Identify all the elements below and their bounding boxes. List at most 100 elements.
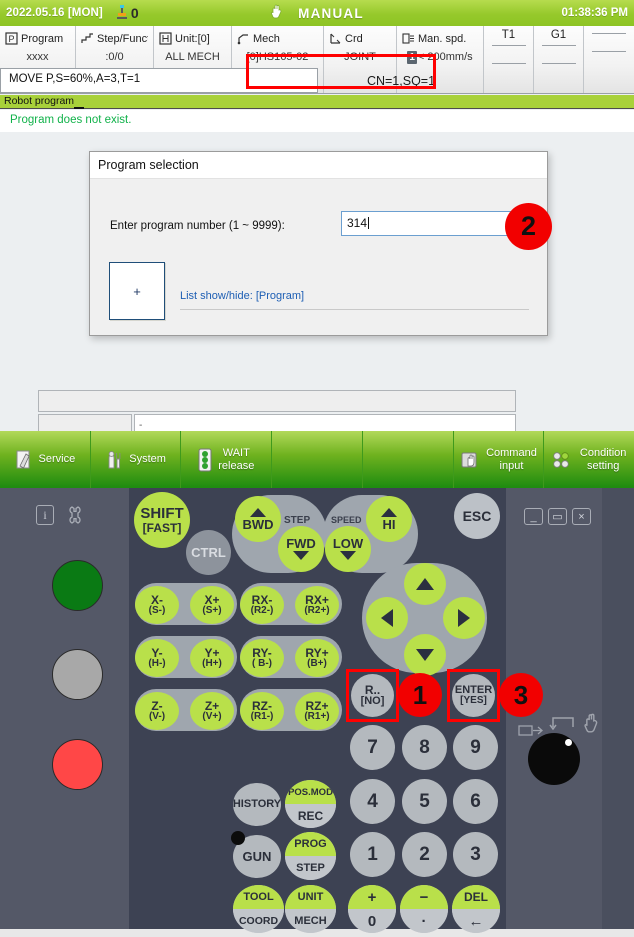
key-del-backspace[interactable]: DEL ← xyxy=(452,885,500,933)
speed-icon xyxy=(402,33,414,44)
key-axis-x-minus-line2: (S-) xyxy=(148,605,166,617)
g1-label: G1 xyxy=(550,29,567,41)
key-bwd[interactable]: BWD xyxy=(235,496,281,542)
lamp-red[interactable] xyxy=(52,739,103,790)
key-plus-zero[interactable]: + 0 xyxy=(348,885,396,933)
joystick-knob[interactable] xyxy=(528,733,580,785)
list-divider xyxy=(180,309,529,310)
toolbar-button-condition-setting[interactable]: Condition setting xyxy=(544,431,634,488)
key-fwd[interactable]: FWD xyxy=(278,526,324,572)
lamp-green[interactable] xyxy=(52,560,103,611)
key-low-label: LOW xyxy=(332,535,364,551)
key-speed-hi[interactable]: HI xyxy=(366,496,412,542)
add-program-button[interactable]: + xyxy=(109,262,165,320)
key-axis-z-plus[interactable]: Z+ (V+) xyxy=(190,692,234,730)
annotation-badge-3: 3 xyxy=(499,673,543,717)
key-history[interactable]: HISTORY xyxy=(233,783,281,826)
key-num-4[interactable]: 4 xyxy=(350,779,395,824)
key-num-5[interactable]: 5 xyxy=(402,779,447,824)
key-axis-y-minus[interactable]: Y- (H-) xyxy=(135,639,179,677)
up-arrow-icon xyxy=(416,578,434,590)
key-axis-rz-plus[interactable]: RZ+ (R1+) xyxy=(295,692,339,730)
status-cell-extra[interactable] xyxy=(584,26,634,93)
key-prog-step[interactable]: PROG STEP xyxy=(285,832,336,880)
toolbar-label-service: Service xyxy=(38,453,76,465)
key-hi-label: HI xyxy=(382,516,396,532)
program-title-text: Robot program xyxy=(4,95,75,107)
text-caret xyxy=(368,217,370,229)
status-value-unit: ALL MECH xyxy=(165,51,220,63)
wrench-icon[interactable] xyxy=(66,505,84,525)
dpad-up-button[interactable] xyxy=(404,563,446,605)
list-show-hide-link[interactable]: List show/hide: [Program] xyxy=(180,290,304,302)
program-number-label: Enter program number (1 ~ 9999): xyxy=(110,220,285,232)
status-cell-g1[interactable]: G1 xyxy=(534,26,584,93)
toolbar-label-wait-release: WAIT release xyxy=(218,446,255,472)
program-selection-dialog: Program selection Enter program number (… xyxy=(89,151,548,336)
restore-button[interactable]: ▭ xyxy=(548,508,567,525)
toolbar-button-system[interactable]: System xyxy=(91,431,182,488)
editor-line-field[interactable] xyxy=(38,390,516,412)
key-r-no-line2: [NO] xyxy=(360,695,385,708)
gun-indicator-dot xyxy=(231,831,245,845)
status-value-crd: JOINT xyxy=(344,51,376,63)
key-shift[interactable]: SHIFT [FAST] xyxy=(134,492,190,548)
step-icon xyxy=(81,33,93,43)
key-num-6[interactable]: 6 xyxy=(453,779,498,824)
close-button[interactable]: × xyxy=(572,508,591,525)
status-label-unit: Unit:[0] xyxy=(175,32,210,45)
dpad-down-button[interactable] xyxy=(404,634,446,676)
key-axis-z-minus[interactable]: Z- (V-) xyxy=(135,692,179,730)
key-axis-ry-minus-line2: ( B-) xyxy=(252,658,272,670)
program-number-input[interactable]: 314 xyxy=(341,211,519,236)
right-arrow-icon xyxy=(458,609,470,627)
key-speed-low[interactable]: LOW xyxy=(325,526,371,572)
toolbar-button-empty-2[interactable] xyxy=(363,431,454,488)
key-axis-rz-minus[interactable]: RZ- (R1-) xyxy=(240,692,284,730)
key-ctrl[interactable]: CTRL xyxy=(186,530,231,575)
key-num-2[interactable]: 2 xyxy=(402,832,447,877)
g1-rule-top xyxy=(541,45,576,46)
status-label-crd: Crd xyxy=(345,32,363,45)
key-minus-dot[interactable]: − · xyxy=(400,885,448,933)
key-axis-y-plus-line2: (H+) xyxy=(202,658,222,670)
key-num-1[interactable]: 1 xyxy=(350,832,395,877)
pendant-left-panel xyxy=(0,488,129,937)
toolbar-button-service[interactable]: Service xyxy=(0,431,91,488)
minimize-button[interactable]: _ xyxy=(524,508,543,525)
key-enter-yes[interactable]: ENTER [YES] xyxy=(452,674,495,717)
annotation-badge-1: 1 xyxy=(398,673,442,717)
current-command-line[interactable]: MOVE P,S=60%,A=3,T=1 xyxy=(0,68,318,93)
lamp-gray[interactable] xyxy=(52,649,103,700)
key-tool-coord[interactable]: TOOL COORD xyxy=(233,885,284,933)
dpad-left-button[interactable] xyxy=(366,597,408,639)
key-num-8[interactable]: 8 xyxy=(402,725,447,770)
left-arrow-icon xyxy=(381,609,393,627)
key-r-no[interactable]: R.. [NO] xyxy=(351,674,394,717)
key-axis-x-minus[interactable]: X- (S-) xyxy=(135,586,179,624)
key-num-7[interactable]: 7 xyxy=(350,725,395,770)
toolbar-button-command-input[interactable]: Command input xyxy=(454,431,545,488)
key-axis-ry-plus[interactable]: RY+ (B+) xyxy=(295,639,339,677)
key-axis-ry-minus[interactable]: RY- ( B-) xyxy=(240,639,284,677)
info-icon[interactable]: i xyxy=(36,505,54,525)
down-triangle-icon xyxy=(340,551,356,561)
status-message: Program does not exist. xyxy=(0,110,634,132)
toolbar-button-empty-1[interactable] xyxy=(272,431,363,488)
key-axis-rx-plus[interactable]: RX+ (R2+) xyxy=(295,586,339,624)
key-num-9[interactable]: 9 xyxy=(453,725,498,770)
key-unit-mech[interactable]: UNIT MECH xyxy=(285,885,336,933)
key-axis-x-plus[interactable]: X+ (S+) xyxy=(190,586,234,624)
key-posmod-rec[interactable]: POS.MOD REC xyxy=(285,780,336,828)
key-num-3[interactable]: 3 xyxy=(453,832,498,877)
service-pencil-icon xyxy=(16,450,30,469)
dpad-right-button[interactable] xyxy=(443,597,485,639)
key-axis-rx-minus-line2: (R2-) xyxy=(250,605,274,617)
t1-label: T1 xyxy=(501,29,516,41)
key-esc[interactable]: ESC xyxy=(454,493,500,539)
key-axis-rx-minus[interactable]: RX- (R2-) xyxy=(240,586,284,624)
toolbar-button-wait-release[interactable]: WAIT release xyxy=(181,431,273,488)
status-cell-t1[interactable]: T1 xyxy=(484,26,534,93)
status-value-manual-speed: 1 < 200mm/s xyxy=(402,51,478,64)
key-axis-y-plus[interactable]: Y+ (H+) xyxy=(190,639,234,677)
